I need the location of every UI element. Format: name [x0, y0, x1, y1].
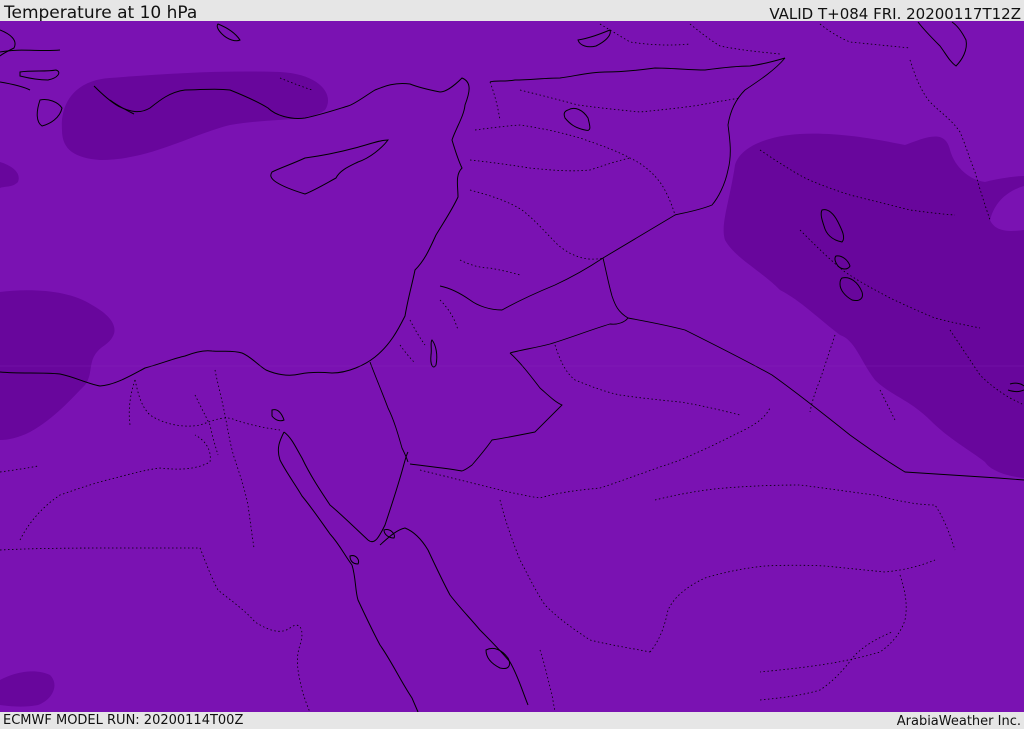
header-bar: Temperature at 10 hPa VALID T+084 FRI. 2… — [0, 0, 1024, 23]
map-frame: Temperature at 10 hPa VALID T+084 FRI. 2… — [0, 0, 1024, 729]
map-canvas[interactable] — [0, 21, 1024, 712]
credit-label: ArabiaWeather Inc. — [896, 714, 1021, 729]
map-svg — [0, 21, 1024, 712]
map-title: Temperature at 10 hPa — [4, 3, 198, 23]
model-run-label: ECMWF MODEL RUN: 20200114T00Z — [3, 713, 244, 728]
footer-bar: ECMWF MODEL RUN: 20200114T00Z ArabiaWeat… — [0, 712, 1024, 729]
